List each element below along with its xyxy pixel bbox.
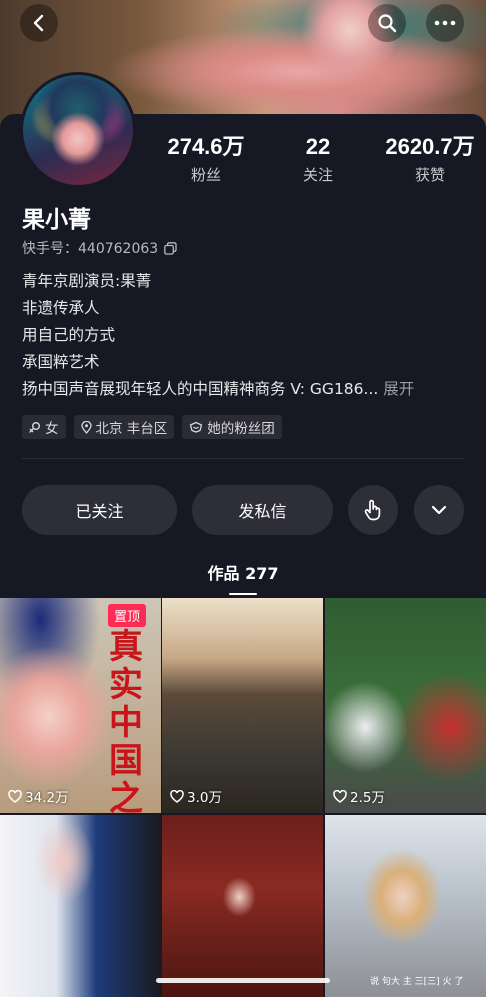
copy-icon[interactable] [164, 241, 177, 255]
video-likes: 3.0万 [170, 786, 222, 806]
more-horizontal-icon [434, 20, 456, 26]
likes-count: 2620.7万 [385, 134, 475, 159]
avatar[interactable] [20, 72, 136, 188]
video-thumbnail[interactable] [162, 815, 323, 997]
home-indicator [156, 978, 330, 983]
video-thumbnail[interactable]: 2.5万 [325, 598, 486, 813]
likes-label: 获赞 [414, 166, 445, 184]
profile-bio: 青年京剧演员:果菁 非遗传承人 用自己的方式 承国粹艺术 扬中国声音展现年轻人的… [22, 268, 472, 403]
tag-label: 她的粉丝团 [207, 421, 275, 437]
female-icon [29, 422, 40, 433]
pinned-badge: 置顶 [108, 604, 147, 627]
heart-icon [170, 789, 184, 803]
profile-stats: 274.6万 粉丝 22 关注 2620.7万 获赞 [150, 134, 486, 185]
more-button[interactable] [426, 4, 464, 42]
heart-icon [333, 789, 347, 803]
profile-tabs: 作品 277 [0, 560, 486, 584]
video-likes-count: 2.5万 [350, 790, 385, 806]
stat-likes[interactable]: 2620.7万 获赞 [374, 134, 486, 185]
divider [22, 458, 464, 459]
video-likes-count: 3.0万 [187, 790, 222, 806]
following-label: 关注 [302, 166, 333, 184]
followers-label: 粉丝 [190, 166, 221, 184]
search-icon [378, 14, 397, 33]
heart-icon [8, 789, 22, 803]
location-pin-icon [80, 420, 92, 434]
video-likes: 34.2万 [8, 786, 69, 806]
tab-active-indicator [229, 593, 257, 595]
video-thumbnail[interactable]: 说 句大 主 三[三] 火 了 [325, 815, 486, 997]
following-count: 22 [305, 134, 331, 159]
bio-line: 用自己的方式 [22, 326, 116, 344]
video-thumbnail[interactable] [0, 815, 161, 997]
stat-following[interactable]: 22 关注 [262, 134, 374, 185]
bio-line: 承国粹艺术 [22, 353, 100, 371]
share-button[interactable] [348, 485, 398, 535]
tag-gender: 女 [22, 415, 66, 439]
user-id-text: 快手号：440762063 [22, 241, 159, 257]
chevron-left-icon [33, 14, 44, 32]
video-grid: 真实中国之美 置顶 34.2万 3.0万 2.5万 说 句大 主 三[三] 火 … [0, 598, 486, 997]
action-buttons: 已关注 发私信 [22, 485, 464, 535]
fan-group-icon [190, 421, 203, 433]
message-button[interactable]: 发私信 [192, 485, 333, 535]
video-subtitle: 说 句大 主 三[三] 火 了 [370, 977, 464, 987]
user-id: 快手号：440762063 [22, 238, 177, 258]
chevron-down-icon [431, 505, 447, 515]
tag-location[interactable]: 北京 丰台区 [73, 415, 175, 439]
tab-works[interactable]: 作品 277 [208, 560, 279, 584]
tag-label: 北京 丰台区 [95, 421, 168, 437]
followed-button[interactable]: 已关注 [22, 485, 177, 535]
video-likes-count: 34.2万 [25, 790, 69, 806]
back-button[interactable] [20, 4, 58, 42]
bio-expand-link[interactable]: 展开 [383, 380, 414, 398]
video-thumbnail[interactable]: 3.0万 [162, 598, 323, 813]
bio-line: 青年京剧演员:果菁 [22, 272, 152, 290]
profile-name: 果小菁 [22, 207, 91, 233]
profile-tags: 女 北京 丰台区 她的粉丝团 [22, 415, 282, 439]
hand-pointer-icon [364, 499, 381, 521]
tag-fan-group[interactable]: 她的粉丝团 [182, 415, 282, 439]
bio-line-last: 扬中国声音展现年轻人的中国精神商务 V: GG186... 展开 [22, 376, 472, 403]
bio-line: 扬中国声音展现年轻人的中国精神商务 V: GG186... [22, 380, 379, 398]
followers-count: 274.6万 [167, 134, 245, 159]
video-thumbnail[interactable]: 真实中国之美 置顶 34.2万 [0, 598, 161, 813]
bio-line: 非遗传承人 [22, 299, 100, 317]
stat-followers[interactable]: 274.6万 粉丝 [150, 134, 262, 185]
tag-label: 女 [45, 421, 59, 437]
video-likes: 2.5万 [333, 786, 385, 806]
dropdown-button[interactable] [414, 485, 464, 535]
search-button[interactable] [368, 4, 406, 42]
poster-title: 真实中国之美 [109, 627, 143, 813]
